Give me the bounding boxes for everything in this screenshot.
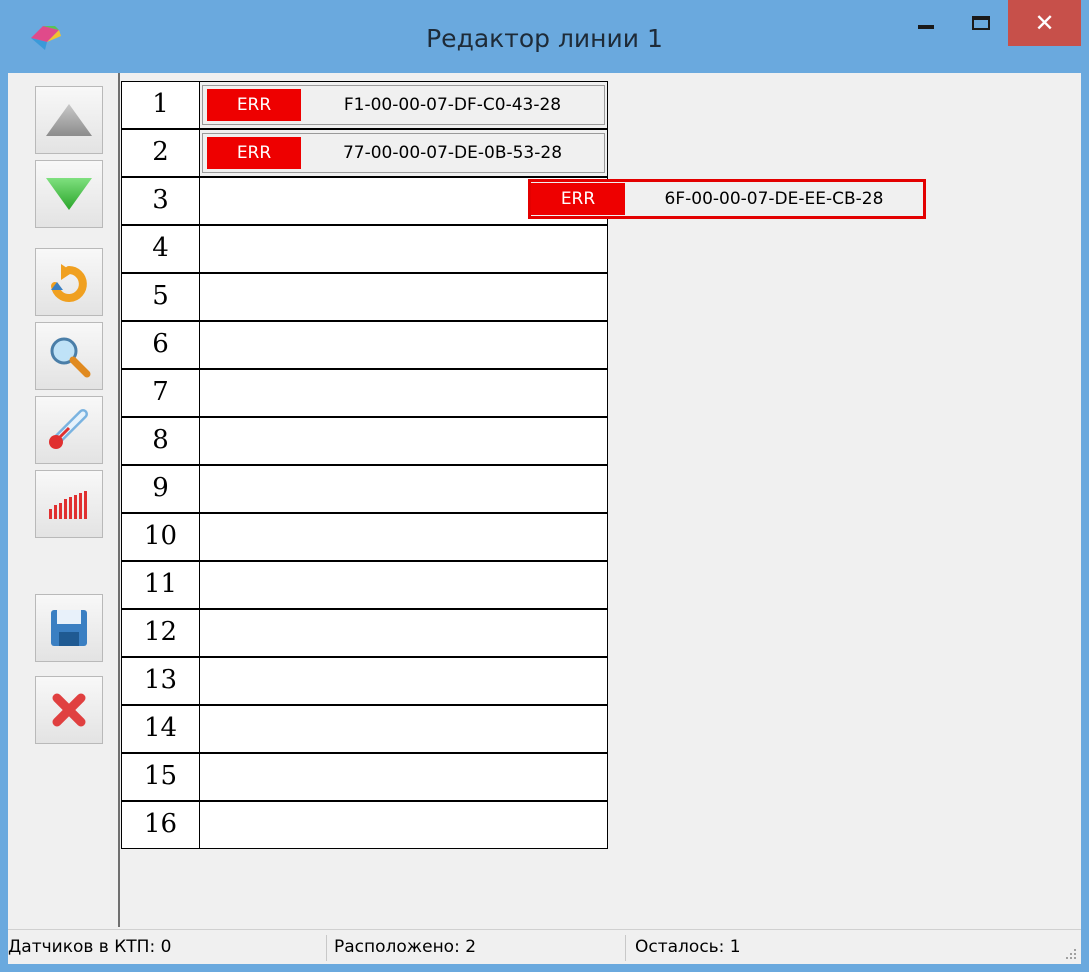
slot-row: 5 [121,273,608,321]
triangle-down-icon [46,178,92,210]
refresh-arrow-icon [51,264,87,302]
slot-cell[interactable]: ERR 77-00-00-07-DE-0B-53-28 [199,129,608,177]
slot-number: 3 [121,177,200,225]
slot-row: 2 ERR 77-00-00-07-DE-0B-53-28 [121,129,608,177]
slot-number: 8 [121,417,200,465]
save-button[interactable] [35,594,103,662]
sensor-address: 6F-00-00-07-DE-EE-CB-28 [664,189,884,209]
slot-cell[interactable] [199,417,608,465]
maximize-icon [972,16,990,30]
slot-number: 2 [121,129,200,177]
triangle-up-icon [46,104,92,136]
slot-cell[interactable] [199,753,608,801]
slot-number: 4 [121,225,200,273]
slot-number: 16 [121,801,200,849]
slot-row: 16 [121,801,608,849]
slot-cell[interactable] [199,561,608,609]
slot-number: 5 [121,273,200,321]
signal-button[interactable] [35,470,103,538]
slot-row: 7 [121,369,608,417]
slot-number: 14 [121,705,200,753]
slot-row: 14 [121,705,608,753]
temperature-button[interactable] [35,396,103,464]
slot-number: 13 [121,657,200,705]
delete-button[interactable] [35,676,103,744]
client-area: 1 ERR F1-00-00-07-DF-C0-43-28 2 ERR 77-00-00-… [8,73,1081,964]
search-button[interactable] [35,322,103,390]
status-divider [326,935,327,961]
slot-cell[interactable] [199,225,608,273]
slot-cell[interactable] [199,657,608,705]
slot-row: 6 [121,321,608,369]
slot-number: 9 [121,465,200,513]
slot-cell[interactable] [199,369,608,417]
close-button[interactable]: ✕ [1008,0,1081,46]
slot-row: 1 ERR F1-00-00-07-DF-C0-43-28 [121,81,608,129]
slot-row: 10 [121,513,608,561]
slot-row: 8 [121,417,608,465]
sensor-status-badge: ERR [207,137,301,169]
slot-cell[interactable] [199,273,608,321]
slot-number: 15 [121,753,200,801]
slot-cell[interactable] [199,609,608,657]
sensor-address: 77-00-00-07-DE-0B-53-28 [342,143,563,163]
sensor-status-badge: ERR [531,183,625,215]
slot-cell[interactable]: ERR F1-00-00-07-DF-C0-43-28 [199,81,608,129]
magnifier-icon [50,337,91,378]
slot-cell[interactable] [199,513,608,561]
slot-row: 11 [121,561,608,609]
dragged-sensor[interactable]: ERR 6F-00-00-07-DE-EE-CB-28 [528,179,926,219]
status-sensors-in-ktp: Датчиков в КТП: 0 [8,937,172,957]
slot-cell[interactable] [199,801,608,849]
toolbar-divider [118,73,120,927]
status-divider [625,935,626,961]
slot-row: 13 [121,657,608,705]
slot-cell[interactable] [199,465,608,513]
status-placed: Расположено: 2 [334,937,477,957]
thermometer-icon [49,409,88,449]
sensor-item[interactable]: ERR F1-00-00-07-DF-C0-43-28 [202,85,605,125]
red-x-icon [52,693,86,727]
close-icon: ✕ [1034,9,1055,37]
sensor-status-badge: ERR [207,89,301,121]
toolbar [8,73,117,925]
slot-row: 12 [121,609,608,657]
slot-row: 15 [121,753,608,801]
title-bar: Редактор линии 1 ✕ [0,0,1089,73]
resize-grip-icon[interactable] [1065,948,1077,960]
floppy-disk-icon [51,610,87,646]
slot-number: 12 [121,609,200,657]
status-remaining: Осталось: 1 [635,937,741,957]
minimize-button[interactable] [897,0,955,46]
sensor-item[interactable]: ERR 77-00-00-07-DE-0B-53-28 [202,133,605,173]
slot-number: 7 [121,369,200,417]
slot-cell[interactable] [199,705,608,753]
sensor-address: F1-00-00-07-DF-C0-43-28 [343,95,562,115]
move-up-button[interactable] [35,86,103,154]
slot-number: 1 [121,81,200,129]
slot-cell[interactable] [199,321,608,369]
slot-number: 11 [121,561,200,609]
move-down-button[interactable] [35,160,103,228]
slot-number: 6 [121,321,200,369]
reverse-button[interactable] [35,248,103,316]
signal-bars-icon [49,491,87,519]
slot-row: 4 [121,225,608,273]
slot-number: 10 [121,513,200,561]
maximize-button[interactable] [955,0,1007,46]
status-bar: Датчиков в КТП: 0 Расположено: 2 Осталос… [8,929,1081,964]
slot-row: 9 [121,465,608,513]
minimize-icon [918,25,934,29]
